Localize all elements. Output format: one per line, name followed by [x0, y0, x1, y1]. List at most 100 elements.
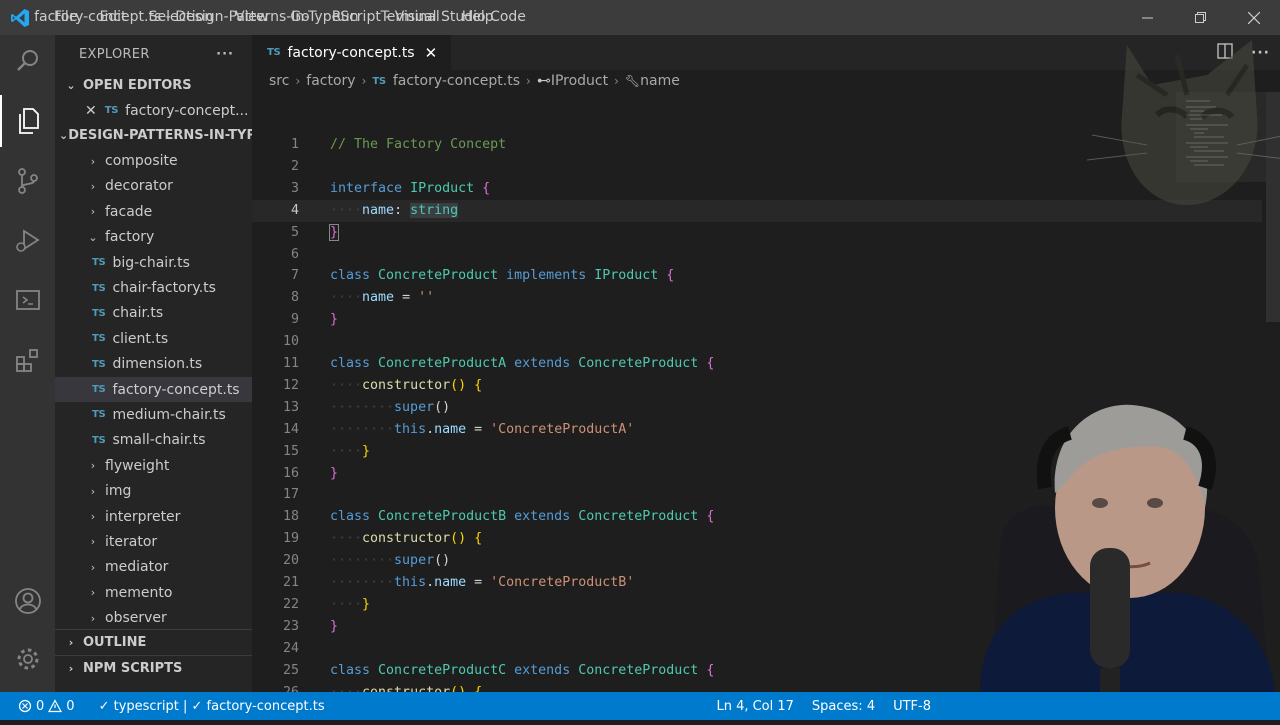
code-token: } [330, 618, 339, 634]
extensions-icon[interactable] [0, 335, 55, 387]
code-token: ········ [330, 575, 395, 590]
menu-help[interactable]: Help [451, 0, 505, 35]
cursor-position[interactable]: Ln 4, Col 17 [707, 699, 802, 714]
vscode-logo-icon[interactable] [9, 7, 31, 29]
tree-file[interactable]: TS dimension.ts [55, 352, 252, 377]
close-tab-icon[interactable]: ✕ [425, 44, 438, 62]
tree-folder-facade[interactable]: › facade [55, 199, 252, 224]
tree-folder-decorator[interactable]: › decorator [55, 174, 252, 199]
close-icon[interactable]: ✕ [85, 103, 97, 119]
open-editors-section[interactable]: ⌄ OPEN EDITORS [55, 73, 252, 98]
code-text: class ConcreteProductC extends ConcreteP… [330, 660, 714, 682]
tree-file[interactable]: TS chair.ts [55, 301, 252, 326]
code-text: ····} [330, 594, 370, 616]
breadcrumb-item[interactable]: IProduct [551, 73, 608, 89]
code-line[interactable]: 8 ····name = '' [252, 287, 1262, 309]
typescript-file-icon: TS [92, 434, 106, 446]
error-count: 0 [36, 698, 45, 714]
source-control-icon[interactable] [0, 155, 55, 207]
tree-folder-memento[interactable]: › memento [55, 580, 252, 605]
chevron-right-icon: › [361, 74, 367, 88]
tree-item-label: mediator [105, 559, 169, 576]
line-number: 23 [282, 618, 299, 634]
code-token: ConcreteProduct [578, 662, 699, 678]
more-actions-icon[interactable]: ··· [216, 47, 234, 62]
tree-file[interactable]: TS chair-factory.ts [55, 275, 252, 300]
tree-folder-iterator[interactable]: › iterator [55, 529, 252, 554]
typescript-file-icon: TS [267, 47, 281, 58]
tree-file[interactable]: TS medium-chair.ts [55, 402, 252, 427]
typescript-status[interactable]: ✓ typescript | ✓ factory-concept.ts [99, 699, 325, 714]
tree-folder-mediator[interactable]: › mediator [55, 555, 252, 580]
line-number: 20 [282, 553, 299, 569]
indentation[interactable]: Spaces: 4 [803, 699, 884, 714]
breadcrumb-item[interactable]: factory [306, 73, 355, 89]
code-token: constructor [362, 377, 451, 393]
code-token: = [466, 575, 491, 590]
search-icon[interactable] [0, 35, 55, 87]
chevron-right-icon: › [90, 586, 96, 600]
menu-selection[interactable]: Selection [138, 0, 225, 35]
breadcrumb-item[interactable]: name [640, 73, 680, 89]
menu-view[interactable]: View [224, 0, 279, 35]
code-line[interactable]: 9} [252, 309, 1262, 331]
typescript-file-icon: TS [92, 257, 106, 269]
tree-file[interactable]: TS factory-concept.ts [55, 376, 252, 403]
breadcrumb-item[interactable]: src [269, 73, 289, 89]
npm-scripts-section[interactable]: › NPM SCRIPTS [55, 655, 252, 681]
menu-edit[interactable]: Edit [88, 0, 137, 35]
tree-folder-composite[interactable]: › composite [55, 148, 252, 173]
editor-group: TS factory-concept.ts ✕ ··· src › factory ›… [252, 35, 1280, 721]
code-line[interactable]: 7 class ConcreteProduct implements IProdu… [252, 265, 1262, 287]
menu-go[interactable]: Go [279, 0, 320, 35]
menu-file[interactable]: File [43, 0, 88, 35]
tree-file[interactable]: TS client.ts [55, 326, 252, 351]
chevron-right-icon: › [90, 459, 96, 473]
outline-section[interactable]: › OUTLINE [55, 629, 252, 655]
code-line[interactable]: 5} [252, 222, 1262, 244]
code-text: ····name = '' [330, 287, 434, 309]
manage-gear-icon[interactable] [0, 633, 55, 685]
accounts-icon[interactable] [0, 575, 55, 627]
code-token: interface [330, 180, 403, 196]
tree-folder-img[interactable]: › img [55, 478, 252, 503]
code-text: ····constructor() { [330, 528, 482, 550]
code-text: } [330, 309, 338, 331]
tree-file[interactable]: TS big-chair.ts [55, 250, 252, 275]
code-line[interactable]: 10 [252, 331, 1262, 353]
tree-folder-factory[interactable]: ⌄ factory [55, 225, 252, 250]
typescript-file-icon: TS [92, 307, 106, 319]
code-token: super [394, 399, 435, 415]
workspace-section[interactable]: ⌄ DESIGN-PATTERNS-IN-TYP... [55, 123, 252, 148]
code-token: { [482, 180, 491, 196]
tree-folder-flyweight[interactable]: › flyweight [55, 453, 252, 478]
encoding[interactable]: UTF-8 [884, 699, 940, 714]
problems-indicator[interactable]: 0 0 [18, 699, 75, 714]
code-text: // The Factory Concept [330, 134, 506, 156]
code-token: string [410, 202, 459, 218]
breadcrumb-item[interactable]: factory-concept.ts [393, 73, 520, 89]
code-token: . [426, 421, 435, 437]
check-icon: ✓ [98, 698, 114, 714]
explorer-icon[interactable] [0, 95, 55, 147]
typescript-file-icon: TS [92, 384, 106, 396]
code-token: = [466, 421, 491, 437]
tree-item-label: flyweight [105, 457, 170, 474]
code-token: ········ [330, 421, 395, 437]
tree-file[interactable]: TS small-chair.ts [55, 428, 252, 453]
line-number: 25 [282, 662, 299, 678]
run-debug-icon[interactable] [0, 215, 55, 267]
menu-run[interactable]: Run [321, 0, 370, 35]
code-line[interactable]: 11 class ConcreteProductA extends Concret… [252, 353, 1262, 375]
tree-folder-interpreter[interactable]: › interpreter [55, 504, 252, 529]
code-line[interactable]: 12 ····constructor() { [252, 375, 1262, 397]
open-editor-item[interactable]: ✕ TS factory-concept... [55, 98, 252, 123]
code-token: extends [514, 662, 571, 678]
code-line[interactable]: 6 [252, 244, 1262, 266]
tree-folder-observer[interactable]: › observer [55, 605, 252, 629]
menu-terminal[interactable]: Terminal [370, 0, 451, 35]
tab-factory-concept[interactable]: TS factory-concept.ts ✕ [252, 35, 452, 70]
remote-explorer-icon[interactable] [0, 275, 55, 327]
